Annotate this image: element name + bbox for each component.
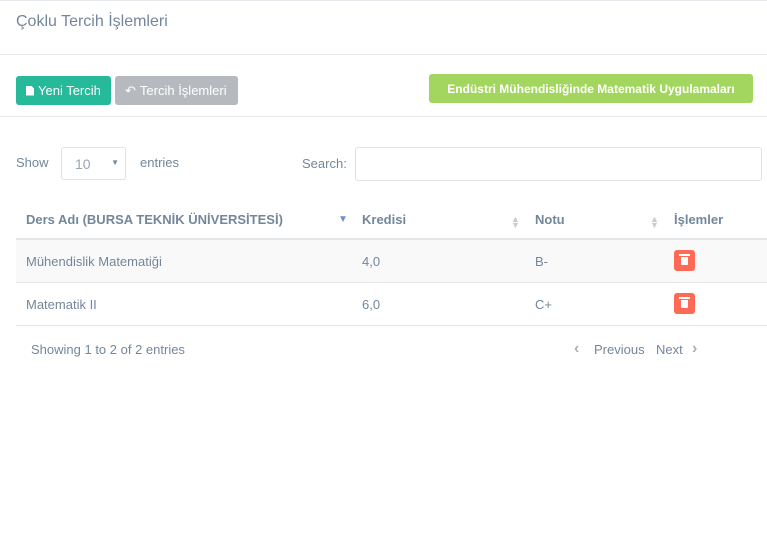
preference-operations-label: Tercih İşlemleri xyxy=(139,83,227,98)
sort-icon[interactable]: ▲ ▼ xyxy=(650,215,659,230)
page-size-select[interactable]: 10 ▼ xyxy=(61,147,126,180)
delete-button[interactable] xyxy=(674,293,695,314)
show-label: Show xyxy=(16,155,49,170)
search-input[interactable] xyxy=(355,147,762,181)
course-label: Endüstri Mühendisliğinde Matematik Uygul… xyxy=(447,81,735,96)
previous-button[interactable]: Previous xyxy=(594,342,645,357)
divider xyxy=(0,116,767,117)
column-header-course[interactable]: Ders Adı (BURSA TEKNİK ÜNİVERSİTESİ) xyxy=(26,212,283,227)
column-header-grade[interactable]: Notu xyxy=(535,212,565,227)
credit-cell: 6,0 xyxy=(362,297,381,312)
reply-icon: ↶ xyxy=(125,83,136,98)
table-row: Mühendislik Matematiği 4,0 B- xyxy=(16,240,767,283)
table-row: Matematik II 6,0 C+ xyxy=(16,283,767,326)
sort-icon[interactable]: ▲ ▼ xyxy=(511,215,520,230)
grade-cell: B- xyxy=(535,254,548,269)
entries-label: entries xyxy=(140,155,180,170)
course-cell: Mühendislik Matematiği xyxy=(26,254,162,269)
content-panel: Çoklu Tercih İşlemleri Yeni Tercih ↶ Ter… xyxy=(0,0,767,373)
new-preference-button[interactable]: Yeni Tercih xyxy=(16,76,111,105)
new-preference-label: Yeni Tercih xyxy=(38,83,101,98)
credit-cell: 4,0 xyxy=(362,254,381,269)
course-cell: Matematik II xyxy=(26,297,97,312)
trash-icon xyxy=(679,296,690,308)
next-button[interactable]: Next xyxy=(656,342,683,357)
column-header-credit[interactable]: Kredisi xyxy=(362,212,406,227)
file-icon xyxy=(26,85,34,96)
chevron-left-icon[interactable]: ‹ xyxy=(574,340,579,358)
sort-desc-icon[interactable]: ▼ xyxy=(338,215,348,225)
column-header-actions: İşlemler xyxy=(674,212,724,227)
course-button[interactable]: Endüstri Mühendisliğinde Matematik Uygul… xyxy=(429,74,753,103)
trash-icon xyxy=(679,253,690,265)
page-size-value: 10 xyxy=(75,155,91,172)
delete-button[interactable] xyxy=(674,250,695,271)
chevron-right-icon[interactable]: › xyxy=(692,340,697,358)
search-label: Search: xyxy=(302,156,347,171)
divider xyxy=(0,54,767,55)
page-title: Çoklu Tercih İşlemleri xyxy=(16,13,168,30)
caret-down-icon: ▼ xyxy=(111,158,119,167)
grade-cell: C+ xyxy=(535,297,552,312)
preference-operations-button[interactable]: ↶ Tercih İşlemleri xyxy=(115,76,238,105)
table-info: Showing 1 to 2 of 2 entries xyxy=(31,342,185,357)
